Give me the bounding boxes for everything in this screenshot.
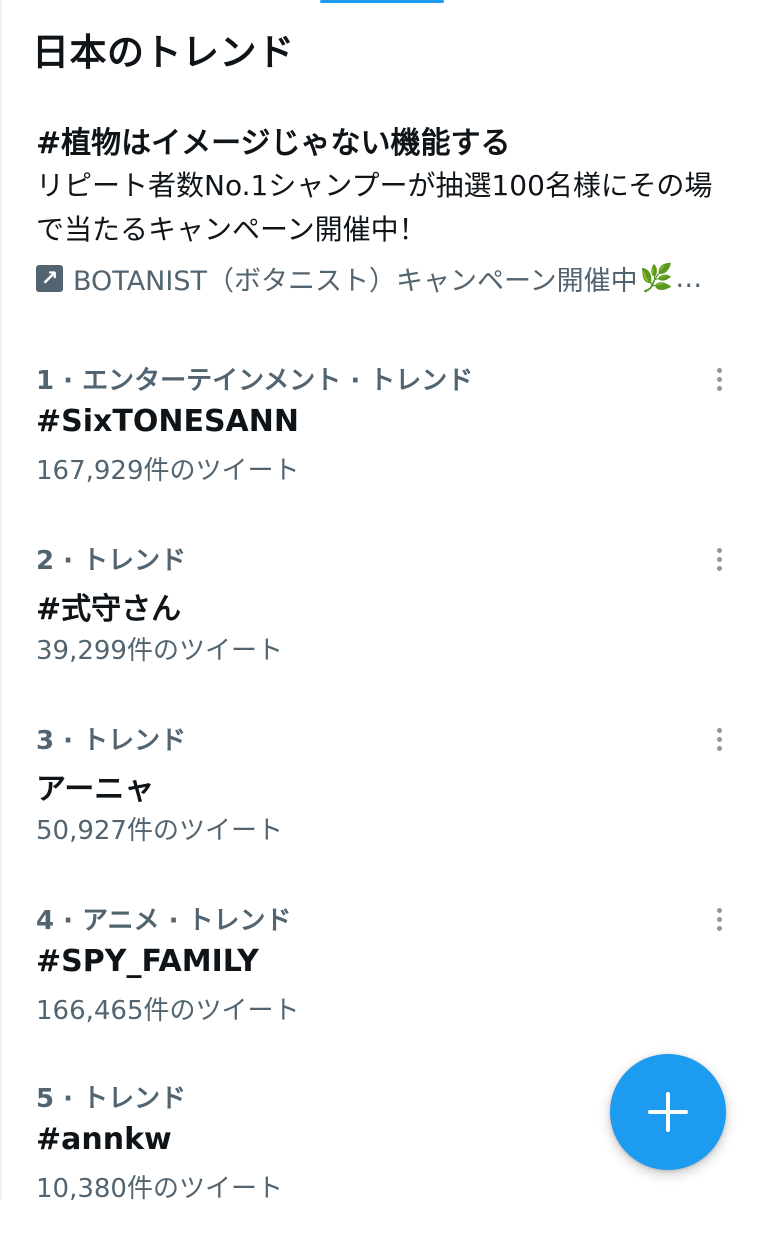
promoted-by-label: BOTANIST（ボタニスト）キャンペーン開催中 xyxy=(73,265,638,297)
trend-item[interactable]: 3 · トレンド アーニャ 50,927件のツイート xyxy=(2,720,759,900)
more-icon-dot xyxy=(716,556,722,562)
promoted-trend-title[interactable]: #植物はイメージじゃない機能する xyxy=(36,118,511,162)
more-icon-dot xyxy=(716,376,722,382)
trend-meta: 1 · エンターテインメント · トレンド xyxy=(36,366,474,396)
trend-name[interactable]: #annkw xyxy=(36,1122,172,1157)
trend-meta: 3 · トレンド xyxy=(36,726,187,756)
trend-tweet-count: 50,927件のツイート xyxy=(36,816,283,846)
more-options-button[interactable] xyxy=(702,362,736,396)
page-title: 日本のトレンド xyxy=(32,31,295,74)
more-icon-dot xyxy=(716,547,722,553)
trend-name[interactable]: #SixTONESANN xyxy=(36,404,299,439)
promoted-arrow-icon: ↗ xyxy=(36,264,63,292)
trend-item[interactable]: 1 · エンターテインメント · トレンド #SixTONESANN 167,9… xyxy=(2,360,759,540)
trend-meta: 4 · アニメ · トレンド xyxy=(36,906,292,936)
trend-name[interactable]: アーニャ xyxy=(36,764,154,808)
more-options-button[interactable] xyxy=(702,902,736,936)
more-icon-dot xyxy=(716,565,722,571)
trend-item[interactable]: 2 · トレンド #式守さん 39,299件のツイート xyxy=(2,540,759,720)
promoted-trend-description: リピート者数No.1シャンプーが抽選100名様にその場で当たるキャンペーン開催中… xyxy=(36,169,713,246)
trend-tweet-count: 166,465件のツイート xyxy=(36,996,300,1026)
trend-meta: 5 · トレンド xyxy=(36,1084,187,1114)
trend-meta: 2 · トレンド xyxy=(36,546,187,576)
more-icon-dot xyxy=(716,385,722,391)
more-icon-dot xyxy=(716,916,722,922)
more-icon-dot xyxy=(716,925,722,931)
trend-name[interactable]: #SPY_FAMILY xyxy=(36,944,259,979)
more-icon-dot xyxy=(716,367,722,373)
more-options-button[interactable] xyxy=(702,542,736,576)
leaf-icon: 🌿 xyxy=(639,263,674,294)
trend-tweet-count: 39,299件のツイート xyxy=(36,636,283,666)
promoted-by-line[interactable]: ↗ BOTANIST（ボタニスト）キャンペーン開催中 🌿 … xyxy=(36,258,744,298)
trends-page: 日本のトレンド #植物はイメージじゃない機能する リピート者数No.1シャンプー… xyxy=(0,0,759,1204)
trend-tweet-count: 10,380件のツイート xyxy=(36,1174,283,1204)
more-options-button[interactable] xyxy=(702,722,736,756)
trend-name[interactable]: #式守さん xyxy=(36,584,181,628)
plus-icon xyxy=(648,1092,688,1132)
more-icon-dot xyxy=(716,907,722,913)
more-icon-dot xyxy=(716,745,722,751)
more-icon-dot xyxy=(716,727,722,733)
compose-tweet-button[interactable] xyxy=(610,1054,726,1170)
ellipsis: … xyxy=(675,262,703,294)
trend-tweet-count: 167,929件のツイート xyxy=(36,456,300,486)
trend-item[interactable]: 4 · アニメ · トレンド #SPY_FAMILY 166,465件のツイート xyxy=(2,900,759,1080)
more-icon-dot xyxy=(716,736,722,742)
active-tab-indicator xyxy=(320,0,444,3)
